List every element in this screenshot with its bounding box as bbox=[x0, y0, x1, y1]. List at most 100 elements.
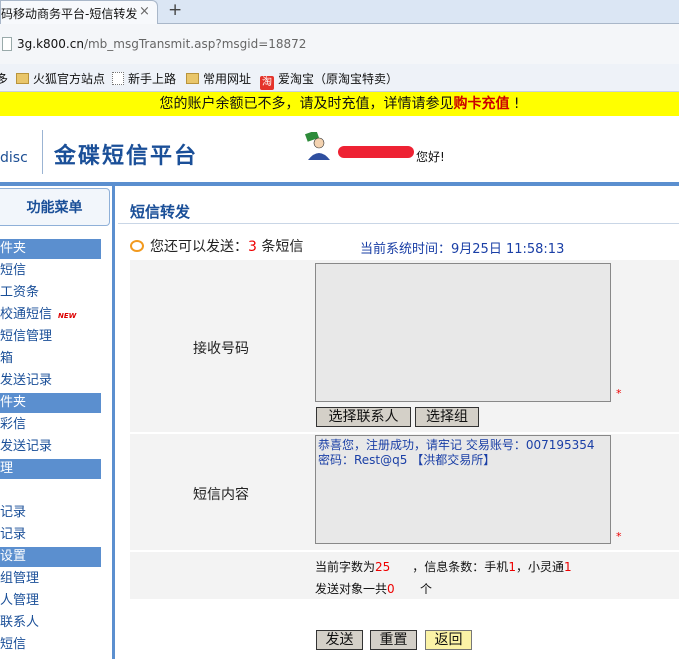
taobao-icon: 淘 bbox=[260, 76, 274, 90]
bookmarks-bar: 多 火狐官方站点 新手上路 常用网址 淘爱淘宝（原淘宝特卖） bbox=[0, 64, 679, 92]
logo: disc bbox=[0, 150, 28, 166]
bookmark-item[interactable]: 新手上路 bbox=[112, 70, 176, 87]
char-count-value: 25 bbox=[375, 560, 391, 574]
content-label: 短信内容 bbox=[193, 487, 249, 503]
sidebar-item-label: 件夹 bbox=[0, 395, 27, 410]
msg-count-label: ，信息条数：手机 bbox=[412, 560, 509, 574]
sidebar-item[interactable]: 记录 bbox=[0, 503, 101, 523]
url-host: 3g.k800.cn bbox=[17, 37, 84, 51]
site-header: disc 金碟短信平台 您好! bbox=[0, 116, 679, 186]
remaining-suffix: 条短信 bbox=[256, 239, 304, 255]
sidebar-item-label: 联系人 bbox=[0, 615, 40, 630]
target-count-value: 0 bbox=[387, 582, 395, 596]
sidebar-section[interactable]: 理 bbox=[0, 459, 101, 479]
close-icon[interactable]: × bbox=[139, 4, 150, 19]
sidebar-item[interactable]: 短信 bbox=[0, 261, 101, 281]
sidebar-item-label: 校通短信 bbox=[0, 307, 53, 322]
recharge-link[interactable]: 购卡充值 bbox=[453, 96, 509, 112]
system-time-label: 当前系统时间： bbox=[360, 242, 452, 257]
bookmark-item[interactable]: 常用网址 bbox=[186, 70, 251, 87]
sidebar-item[interactable]: 发送记录 bbox=[0, 371, 101, 391]
required-mark: * bbox=[616, 387, 622, 400]
url-field[interactable]: 3g.k800.cn/mb_msgTransmit.asp?msgid=1887… bbox=[17, 37, 306, 51]
browser-tab-bar: 码移动商务平台-短信转发 × + bbox=[0, 0, 679, 24]
send-button[interactable]: 发送 bbox=[316, 630, 363, 650]
sidebar-item-label: 短信 bbox=[0, 263, 27, 278]
sidebar: 功能菜单 件夹 短信 工资条 校通短信 NEW 短信管理箱发送记录 件夹 彩信 发送记录理记录记… bbox=[0, 186, 115, 659]
back-button[interactable]: 返回 bbox=[425, 630, 472, 650]
sidebar-item-label: 箱 bbox=[0, 351, 14, 366]
bookmark-label: 火狐官方站点 bbox=[33, 72, 106, 86]
receiver-field[interactable] bbox=[315, 263, 611, 402]
main-panel: 短信转发 您还可以发送：3 条短信 当前系统时间：9月25日 11:58:13 … bbox=[118, 186, 679, 659]
new-tab-button[interactable]: + bbox=[168, 0, 182, 20]
sidebar-item-label: 人管理 bbox=[0, 593, 40, 608]
notice-suffix: ! bbox=[509, 96, 520, 112]
url-path: /mb_msgTransmit.asp?msgid=18872 bbox=[83, 37, 307, 51]
choose-group-button[interactable]: 选择组 bbox=[415, 407, 479, 427]
sidebar-item[interactable]: 发送记录 bbox=[0, 437, 101, 457]
bookmark-label: 新手上路 bbox=[128, 72, 177, 86]
sidebar-item[interactable]: 组管理 bbox=[0, 569, 101, 589]
char-count-label: 当前字数为 bbox=[315, 560, 376, 574]
sidebar-item-label: 理 bbox=[0, 461, 14, 476]
sidebar-section[interactable]: 件夹 bbox=[0, 239, 101, 259]
remaining-info: 您还可以发送：3 条短信 bbox=[130, 236, 303, 256]
char-count: 当前字数为25 ，信息条数：手机1，小灵通1 bbox=[315, 558, 572, 575]
receiver-label: 接收号码 bbox=[193, 341, 249, 357]
system-time-value: 9月25日 11:58:13 bbox=[451, 242, 565, 257]
sidebar-item-label: 设置 bbox=[0, 549, 27, 564]
target-count: 发送对象一共0 个 bbox=[315, 580, 432, 597]
remaining-prefix: 您还可以发送： bbox=[150, 239, 248, 255]
reset-button[interactable]: 重置 bbox=[370, 630, 417, 650]
sidebar-item[interactable]: 彩信 bbox=[0, 415, 101, 435]
chat-bubble-icon bbox=[130, 240, 144, 252]
choose-contact-button[interactable]: 选择联系人 bbox=[316, 407, 411, 427]
sidebar-item-label: 记录 bbox=[0, 505, 27, 520]
folder-icon bbox=[186, 73, 199, 84]
sidebar-item[interactable]: 短信管理 bbox=[0, 327, 101, 347]
title-divider bbox=[118, 223, 679, 224]
sidebar-item-label: 记录 bbox=[0, 527, 27, 542]
sidebar-item[interactable]: 箱 bbox=[0, 349, 101, 369]
target-unit: 个 bbox=[420, 582, 433, 596]
address-bar: 3g.k800.cn/mb_msgTransmit.asp?msgid=1887… bbox=[0, 24, 679, 64]
sidebar-item-label: 短信 bbox=[0, 637, 27, 652]
sidebar-section[interactable]: 件夹 bbox=[0, 393, 101, 413]
notice-text: 您的账户余额已不多，请及时充值，详情请参见 bbox=[159, 96, 454, 112]
sidebar-item[interactable]: 记录 bbox=[0, 525, 101, 545]
content-field[interactable] bbox=[315, 435, 611, 544]
folder-icon bbox=[16, 73, 29, 84]
system-time: 当前系统时间：9月25日 11:58:13 bbox=[360, 238, 564, 257]
sidebar-section[interactable]: 设置 bbox=[0, 547, 101, 567]
sidebar-item[interactable]: 工资条 bbox=[0, 283, 101, 303]
sidebar-item[interactable]: 联系人 bbox=[0, 613, 101, 633]
required-mark: * bbox=[616, 530, 622, 543]
bookmark-item[interactable]: 淘爱淘宝（原淘宝特卖） bbox=[260, 70, 398, 90]
bookmark-item[interactable]: 火狐官方站点 bbox=[16, 70, 105, 87]
bookmark-label: 多 bbox=[0, 72, 9, 86]
greeting: 您好! bbox=[416, 150, 445, 164]
user-icon bbox=[304, 132, 330, 160]
page-icon bbox=[112, 72, 124, 85]
user-name-redacted bbox=[338, 146, 414, 158]
sidebar-item-label: 发送记录 bbox=[0, 373, 53, 388]
sidebar-item-label: 工资条 bbox=[0, 285, 40, 300]
menu-title: 功能菜单 bbox=[0, 188, 110, 226]
sidebar-item[interactable]: 短信 bbox=[0, 635, 101, 655]
msg-count-xlt-label: ，小灵通 bbox=[515, 560, 564, 574]
sidebar-item[interactable]: 人管理 bbox=[0, 591, 101, 611]
msg-count-mobile: 1 bbox=[508, 560, 516, 574]
sidebar-item[interactable]: 校通短信 NEW bbox=[0, 305, 101, 325]
bookmark-label: 常用网址 bbox=[203, 72, 252, 86]
bookmark-label: 爱淘宝（原淘宝特卖） bbox=[278, 72, 399, 86]
browser-tab[interactable]: 码移动商务平台-短信转发 × bbox=[0, 0, 158, 24]
sidebar-item-label: 短信管理 bbox=[0, 329, 53, 344]
sidebar-item[interactable] bbox=[0, 481, 101, 501]
sidebar-item-label: 发送记录 bbox=[0, 439, 53, 454]
page-icon bbox=[2, 37, 12, 51]
sidebar-item-label: 组管理 bbox=[0, 571, 40, 586]
bookmark-item[interactable]: 多 bbox=[0, 70, 8, 87]
new-badge-icon: NEW bbox=[58, 312, 77, 320]
sidebar-item-label: 件夹 bbox=[0, 241, 27, 256]
